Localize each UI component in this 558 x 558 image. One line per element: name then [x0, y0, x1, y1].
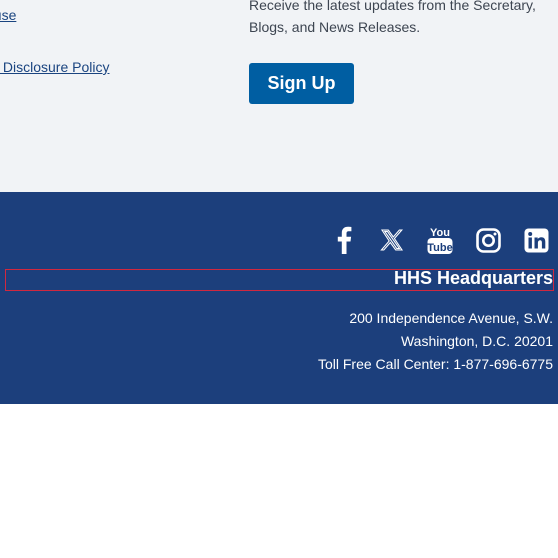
instagram-icon[interactable] — [474, 226, 502, 254]
footer-link-disclosure-policy[interactable]: y Disclosure Policy — [0, 59, 109, 75]
footer-upper-section: ouse y Disclosure Policy Receive the lat… — [0, 0, 558, 192]
youtube-icon[interactable]: You Tube — [426, 226, 454, 254]
hq-title: HHS Headquarters — [393, 268, 553, 288]
linkedin-icon[interactable] — [522, 226, 550, 254]
footer-link-house[interactable]: ouse — [0, 7, 16, 23]
page: ouse y Disclosure Policy Receive the lat… — [0, 0, 558, 558]
hq-address: 200 Independence Avenue, S.W. Washington… — [318, 307, 553, 376]
x-twitter-icon[interactable] — [378, 226, 406, 254]
svg-text:Tube: Tube — [427, 242, 452, 254]
facebook-icon[interactable] — [330, 226, 358, 254]
signup-description: Receive the latest updates from the Secr… — [249, 0, 536, 35]
footer-band: You Tube HHS Headquarters 200 Independen… — [0, 192, 558, 404]
svg-text:You: You — [430, 227, 450, 239]
call-center-phone[interactable]: Toll Free Call Center: 1-877-696-6775 — [318, 353, 553, 376]
social-links: You Tube — [330, 226, 550, 254]
sign-up-button[interactable]: Sign Up — [249, 63, 354, 104]
address-city: Washington, D.C. 20201 — [400, 333, 553, 349]
address-street: 200 Independence Avenue, S.W. — [349, 310, 553, 326]
